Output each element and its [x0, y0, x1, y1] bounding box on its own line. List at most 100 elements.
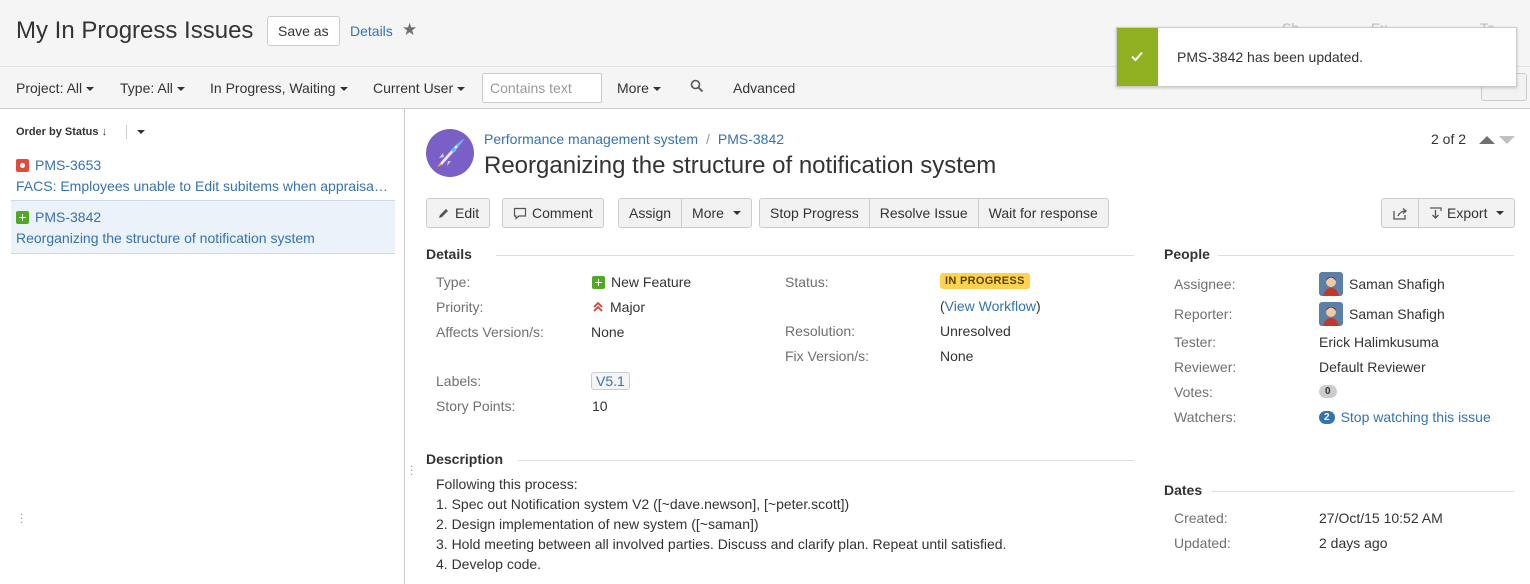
more-actions-button[interactable]: More [681, 198, 752, 228]
votes-value[interactable]: 0 [1319, 385, 1337, 398]
reporter-value[interactable]: Saman Shafigh [1319, 302, 1445, 326]
new-feature-icon [592, 275, 605, 289]
comment-button[interactable]: Comment [502, 198, 604, 228]
affects-version-label: Affects Version/s: [436, 324, 544, 340]
edit-button[interactable]: Edit [426, 198, 491, 228]
fix-version-label: Fix Version/s: [785, 348, 870, 364]
arrow-down-icon: ↓ [101, 126, 108, 138]
assignee-filter[interactable]: Current User [373, 80, 466, 96]
description-line: 2. Design implementation of new system (… [436, 516, 759, 532]
wait-for-response-button[interactable]: Wait for response [977, 198, 1109, 228]
chevron-down-icon [732, 211, 741, 215]
resize-handle[interactable]: ... [20, 505, 23, 525]
votes-label: Votes: [1174, 384, 1213, 400]
tester-value[interactable]: Erick Halimkusuma [1319, 334, 1439, 350]
details-heading: Details [426, 246, 472, 262]
issue-summary[interactable]: FACS: Employees unable to Edit subitems … [16, 178, 390, 198]
project-filter[interactable]: Project: All [16, 80, 95, 96]
advanced-search-link[interactable]: Advanced [733, 80, 795, 96]
issue-key-link[interactable]: PMS-3842 [718, 131, 784, 147]
created-label: Created: [1174, 510, 1228, 526]
status-label: Status: [785, 274, 829, 290]
assignee-value[interactable]: Saman Shafigh [1319, 272, 1445, 296]
updated-label: Updated: [1174, 535, 1231, 551]
bug-icon [16, 158, 29, 172]
breadcrumb: Performance management system / PMS-3842 [484, 131, 785, 147]
status-value: IN PROGRESS [940, 273, 1030, 289]
stop-watching-link[interactable]: Stop watching this issue [1341, 409, 1491, 425]
resize-handle[interactable]: ... [410, 457, 413, 477]
stop-progress-button[interactable]: Stop Progress [759, 198, 870, 228]
pencil-icon [439, 208, 448, 218]
view-workflow: (View Workflow) [940, 298, 1041, 314]
chevron-down-icon[interactable] [137, 130, 145, 134]
description-line: 1. Spec out Notification system V2 ([~da… [436, 496, 850, 512]
story-points-label: Story Points: [436, 398, 516, 414]
description-line: 3. Hold meeting between all involved par… [436, 536, 1007, 552]
votes-badge[interactable]: 0 [1319, 385, 1337, 398]
tester-label: Tester: [1174, 334, 1217, 350]
description-heading: Description [426, 451, 504, 467]
chevron-down-icon [176, 87, 185, 92]
star-icon[interactable]: ★ [402, 20, 417, 40]
success-toast: PMS-3842 has been updated. [1116, 27, 1517, 87]
project-avatar [426, 129, 474, 177]
type-filter[interactable]: Type: All [120, 80, 185, 96]
updated-value: 2 days ago [1319, 535, 1388, 551]
watchers-value: 2 Stop watching this issue [1319, 409, 1491, 425]
resolution-value: Unresolved [940, 323, 1011, 339]
watchers-label: Watchers: [1174, 409, 1237, 425]
download-icon [1430, 206, 1442, 219]
details-link[interactable]: Details [350, 23, 393, 39]
priority-label: Priority: [436, 299, 484, 315]
search-icon[interactable] [690, 79, 704, 93]
previous-issue-icon[interactable] [1479, 136, 1495, 144]
rocket-icon [437, 139, 464, 167]
watchers-count-badge[interactable]: 2 [1319, 410, 1335, 424]
view-workflow-link[interactable]: View Workflow [945, 298, 1036, 314]
reporter-label: Reporter: [1174, 306, 1233, 322]
issue-detail: Performance management system / PMS-3842 R… [406, 109, 1530, 584]
share-icon [1392, 207, 1407, 220]
contains-text-input[interactable] [482, 73, 602, 103]
divider [518, 460, 1134, 461]
share-button[interactable] [1381, 198, 1419, 228]
save-as-button[interactable]: Save as [267, 16, 340, 46]
next-issue-icon[interactable] [1499, 136, 1515, 144]
reviewer-value[interactable]: Default Reviewer [1319, 359, 1426, 375]
issue-summary-title[interactable]: Reorganizing the structure of notificati… [484, 152, 996, 180]
issue-list-panel: Order by Status ↓ PMS-3653 FACS: Employe… [0, 109, 405, 584]
divider [1218, 255, 1514, 256]
page-title: My In Progress Issues [16, 17, 254, 44]
list-item[interactable]: PMS-3653 FACS: Employees unable to Edit … [11, 149, 395, 203]
toast-message: PMS-3842 has been updated. [1177, 49, 1364, 65]
more-filters-button[interactable]: More [617, 80, 661, 96]
resolve-issue-button[interactable]: Resolve Issue [868, 198, 979, 228]
issue-key[interactable]: PMS-3842 [35, 209, 101, 225]
export-button[interactable]: Export [1418, 198, 1516, 228]
order-by-button[interactable]: Order by Status ↓ [16, 126, 107, 138]
status-badge: IN PROGRESS [940, 273, 1030, 289]
list-item-selected[interactable]: PMS-3842 Reorganizing the structure of n… [11, 200, 395, 254]
resolution-label: Resolution: [785, 323, 856, 339]
assignee-label: Assignee: [1174, 276, 1236, 292]
priority-value: Major [592, 299, 645, 315]
reviewer-label: Reviewer: [1174, 359, 1237, 375]
issue-key[interactable]: PMS-3653 [35, 157, 101, 173]
divider [496, 255, 1134, 256]
avatar [1319, 272, 1343, 296]
project-link[interactable]: Performance management system [484, 131, 698, 147]
type-value: New Feature [592, 274, 691, 290]
status-filter[interactable]: In Progress, Waiting [210, 80, 348, 96]
divider [126, 125, 127, 139]
label-tag[interactable]: V5.1 [591, 372, 630, 390]
toast-accent-bar [1117, 28, 1158, 86]
people-heading: People [1164, 246, 1210, 262]
chevron-down-icon [339, 87, 348, 92]
issue-summary[interactable]: Reorganizing the structure of notificati… [16, 230, 390, 250]
pager-count: 2 of 2 [1431, 131, 1467, 147]
dates-heading: Dates [1164, 482, 1203, 498]
divider [1212, 491, 1514, 492]
assign-button[interactable]: Assign [618, 198, 683, 228]
comment-icon [513, 207, 527, 220]
